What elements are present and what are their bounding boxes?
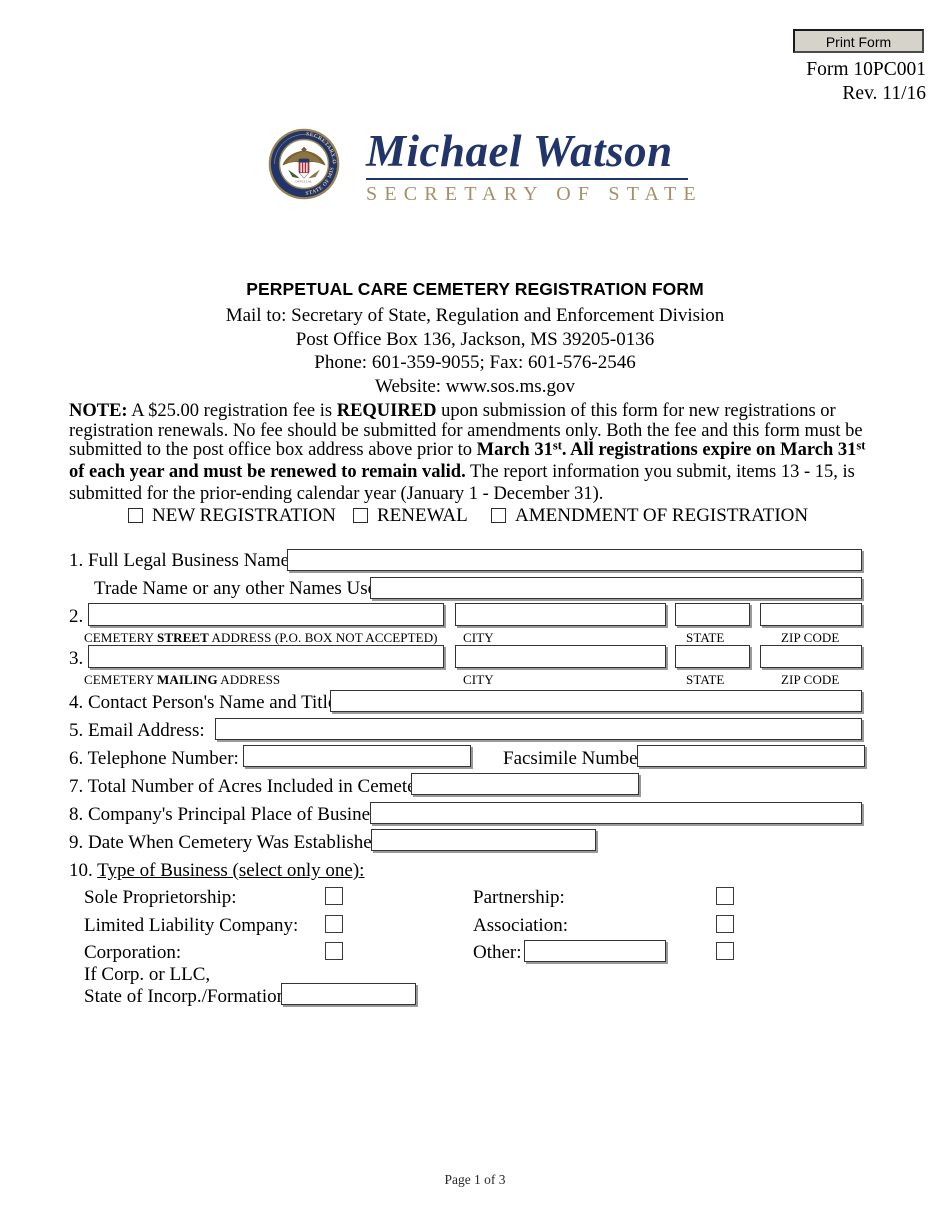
- input-cemetery-street-address[interactable]: [88, 603, 444, 626]
- label-partnership: Partnership:: [473, 887, 565, 908]
- label-row-2-number: 2.: [69, 606, 84, 627]
- checkbox-label-new-registration: NEW REGISTRATION: [152, 505, 336, 526]
- secretary-name: Michael Watson: [366, 126, 673, 176]
- input-cemetery-street-state[interactable]: [675, 603, 750, 626]
- note-paragraph: NOTE: A $25.00 registration fee is REQUI…: [69, 401, 875, 505]
- sublabel-cemetery-mailing-address: CEMETERY MAILING ADDRESS: [84, 672, 281, 687]
- checkbox-amendment[interactable]: AMENDMENT OF REGISTRATION: [491, 504, 808, 528]
- note-text-1: A $25.00 registration fee is: [127, 401, 337, 421]
- sublabel-state-3: STATE: [686, 672, 725, 687]
- label-email-address: 5. Email Address:: [69, 720, 205, 741]
- input-state-of-incorporation[interactable]: [281, 983, 416, 1005]
- note-renew-text: of each year and must be renewed to rema…: [69, 461, 466, 482]
- mail-to-line-1: Mail to: Secretary of State, Regulation …: [225, 305, 725, 326]
- mississippi-state-seal-icon: SECRETARY OF STATE STATE OF MISSISSIPPI: [268, 128, 340, 200]
- input-full-legal-business-name[interactable]: [287, 549, 862, 571]
- section-10-title: Type of Business (select only one):: [97, 860, 365, 881]
- section-10-number: 10.: [69, 860, 98, 881]
- label-limited-liability-company: Limited Liability Company:: [84, 915, 299, 936]
- mailing-info: Mail to: Secretary of State, Regulation …: [0, 304, 950, 398]
- print-form-button[interactable]: Print Form: [793, 29, 924, 53]
- sublabel-city-3: CITY: [463, 672, 494, 687]
- secretary-title: SECRETARY OF STATE: [366, 183, 703, 205]
- label-facsimile-number: Facsimile Number:: [503, 748, 650, 769]
- input-date-established[interactable]: [371, 829, 596, 851]
- registration-type-group: NEW REGISTRATION RENEWAL AMENDMENT OF RE…: [128, 504, 888, 530]
- mail-to-line-2: Post Office Box 136, Jackson, MS 39205-0…: [295, 328, 655, 350]
- checkbox-other[interactable]: [716, 942, 734, 960]
- svg-text:OFFICIAL: OFFICIAL: [295, 180, 312, 184]
- label-telephone-number: 6. Telephone Number:: [69, 748, 239, 769]
- label-corporation: Corporation:: [84, 942, 182, 963]
- checkbox-box-icon[interactable]: [491, 508, 506, 523]
- label-contact-person: 4. Contact Person's Name and Title:: [69, 692, 342, 713]
- checkbox-renewal[interactable]: RENEWAL: [353, 504, 468, 528]
- input-cemetery-street-city[interactable]: [455, 603, 666, 626]
- input-total-acres[interactable]: [411, 773, 639, 795]
- input-cemetery-mailing-zip[interactable]: [760, 645, 862, 668]
- form-identifier: Form 10PC001 Rev. 11/16: [806, 58, 926, 106]
- form-page: Print Form Form 10PC001 Rev. 11/16 SECRE…: [0, 0, 950, 1230]
- label-if-corp-or-llc: If Corp. or LLC,: [84, 964, 211, 985]
- input-email-address[interactable]: [215, 718, 862, 740]
- sublabel-cemetery-street-address: CEMETERY STREET ADDRESS (P.O. BOX NOT AC…: [84, 630, 438, 645]
- form-revision: Rev. 11/16: [842, 83, 926, 104]
- input-facsimile-number[interactable]: [637, 745, 865, 767]
- input-principal-place-of-business[interactable]: [370, 802, 862, 824]
- label-principal-place-of-business: 8. Company's Principal Place of Business…: [69, 804, 391, 825]
- note-deadline-suffix: st: [552, 438, 562, 453]
- section-10-heading: 10. Type of Business (select only one):: [69, 860, 364, 882]
- label-total-acres: 7. Total Number of Acres Included in Cem…: [69, 776, 437, 797]
- input-trade-name[interactable]: [370, 577, 862, 599]
- label-full-legal-business-name: 1. Full Legal Business Name:: [69, 550, 295, 571]
- brand-block: Michael Watson SECRETARY OF STATE: [366, 126, 703, 206]
- input-other-business-type[interactable]: [524, 940, 666, 962]
- label-row-3-number: 3.: [69, 648, 84, 669]
- checkbox-limited-liability-company[interactable]: [325, 915, 343, 933]
- sublabel-city-2: CITY: [463, 630, 494, 645]
- note-required-word: REQUIRED: [336, 401, 437, 421]
- input-cemetery-street-zip[interactable]: [760, 603, 862, 626]
- label-date-established: 9. Date When Cemetery Was Established:: [69, 832, 387, 853]
- page-title: PERPETUAL CARE CEMETERY REGISTRATION FOR…: [246, 279, 704, 299]
- label-association: Association:: [473, 915, 568, 936]
- note-deadline-date: March 31: [476, 440, 553, 461]
- input-contact-person[interactable]: [330, 690, 862, 712]
- phone-fax-line: Phone: 601-359-9055; Fax: 601-576-2546: [314, 352, 636, 373]
- brand-divider: [366, 178, 688, 180]
- note-label: NOTE:: [69, 401, 128, 421]
- checkbox-box-icon[interactable]: [128, 508, 143, 523]
- label-sole-proprietorship: Sole Proprietorship:: [84, 887, 237, 908]
- input-cemetery-mailing-state[interactable]: [675, 645, 750, 668]
- checkbox-new-registration[interactable]: NEW REGISTRATION: [128, 504, 336, 528]
- form-number: Form 10PC001: [806, 59, 926, 80]
- input-telephone-number[interactable]: [243, 745, 471, 767]
- checkbox-label-renewal: RENEWAL: [377, 505, 468, 526]
- input-cemetery-mailing-address[interactable]: [88, 645, 444, 668]
- note-expire-text: . All registrations expire on March 31: [561, 440, 857, 461]
- sublabel-zip-3: ZIP CODE: [781, 672, 840, 687]
- website-line: Website: www.sos.ms.gov: [375, 375, 575, 397]
- input-cemetery-mailing-city[interactable]: [455, 645, 666, 668]
- checkbox-corporation[interactable]: [325, 942, 343, 960]
- checkbox-sole-proprietorship[interactable]: [325, 887, 343, 905]
- checkbox-box-icon[interactable]: [353, 508, 368, 523]
- sublabel-state-2: STATE: [686, 630, 725, 645]
- letterhead: SECRETARY OF STATE STATE OF MISSISSIPPI: [268, 126, 703, 206]
- label-trade-name: Trade Name or any other Names Used:: [94, 578, 391, 599]
- label-state-of-incorporation: State of Incorp./Formation:: [84, 986, 292, 1007]
- checkbox-partnership[interactable]: [716, 887, 734, 905]
- note-expire-suffix: st: [856, 438, 866, 453]
- page-footer: Page 1 of 3: [444, 1172, 506, 1187]
- checkbox-label-amendment: AMENDMENT OF REGISTRATION: [515, 505, 809, 526]
- checkbox-association[interactable]: [716, 915, 734, 933]
- sublabel-zip-2: ZIP CODE: [781, 630, 840, 645]
- label-other: Other:: [473, 942, 522, 963]
